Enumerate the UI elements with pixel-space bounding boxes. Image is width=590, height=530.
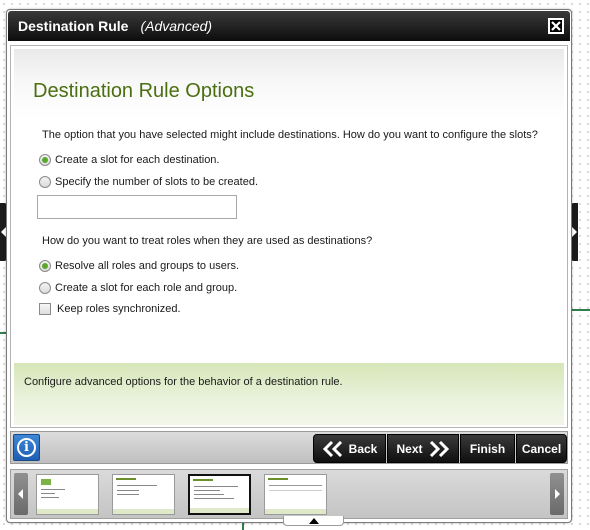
info-button[interactable]: i	[13, 434, 40, 461]
page-title: Destination Rule Options	[33, 80, 255, 102]
thumbnail-line	[117, 494, 139, 495]
help-text: Configure advanced options for the behav…	[24, 376, 343, 388]
wizard-dialog: Destination Rule (Advanced) Destination …	[6, 9, 572, 523]
page-thumbnail-2[interactable]	[112, 474, 175, 515]
page-thumbnail-strip	[10, 469, 568, 519]
thumbnail-logo	[41, 479, 51, 485]
radio-slot-each-destination[interactable]: Create a slot for each destination.	[39, 154, 219, 166]
next-button[interactable]: Next	[387, 434, 459, 463]
thumbnail-footer	[190, 508, 249, 513]
dialog-title: Destination Rule	[18, 18, 129, 34]
thumbnail-line	[41, 493, 55, 494]
thumbnail-footer	[265, 509, 326, 514]
finish-button[interactable]: Finish	[460, 434, 515, 463]
radio-button[interactable]	[39, 176, 51, 188]
checkbox-label: Keep roles synchronized.	[57, 303, 181, 315]
radio-label: Create a slot for each destination.	[55, 154, 220, 166]
thumbnail-line	[41, 497, 59, 498]
canvas-connector-right	[570, 309, 590, 311]
close-icon	[551, 21, 561, 31]
thumbnail-line	[117, 490, 139, 491]
thumbnail-scroll-left[interactable]	[14, 473, 28, 515]
thumbnail-scroll-right[interactable]	[550, 473, 564, 515]
page-thumbnail-3-current[interactable]	[188, 474, 251, 515]
next-button-label: Next	[396, 441, 423, 456]
thumbnail-line	[194, 490, 220, 491]
help-panel: Configure advanced options for the behav…	[14, 363, 564, 425]
dialog-titlebar[interactable]: Destination Rule (Advanced)	[8, 11, 570, 41]
radio-button-selected[interactable]	[39, 260, 51, 272]
thumbnail-line	[117, 485, 157, 486]
thumbnail-header	[116, 478, 136, 480]
thumbnail-grid	[269, 485, 322, 491]
finish-button-label: Finish	[469, 441, 506, 456]
back-button[interactable]: Back	[313, 434, 386, 463]
double-chevron-left-icon	[322, 440, 342, 457]
radio-button-selected[interactable]	[39, 154, 51, 166]
radio-label: Create a slot for each role and group.	[55, 282, 238, 294]
wizard-page-frame: Destination Rule Options The option that…	[10, 45, 568, 428]
thumbnail-strip-toggle[interactable]	[283, 516, 344, 526]
thumbnail-footer	[37, 509, 98, 514]
wizard-page: Destination Rule Options The option that…	[14, 49, 564, 425]
close-button[interactable]	[548, 18, 564, 34]
thumbnail-line	[194, 486, 238, 487]
radio-label: Specify the number of slots to be create…	[55, 176, 259, 188]
chevron-right-icon	[555, 489, 560, 499]
radio-specify-slot-count[interactable]: Specify the number of slots to be create…	[39, 176, 258, 188]
thumbnail-line	[194, 494, 224, 495]
back-button-label: Back	[348, 441, 378, 456]
thumbnail-footer	[113, 509, 174, 514]
radio-label: Resolve all roles and groups to users.	[55, 260, 240, 272]
slot-count-input[interactable]	[37, 195, 237, 219]
radio-slot-each-role[interactable]: Create a slot for each role and group.	[39, 282, 237, 294]
cancel-button-label: Cancel	[521, 441, 562, 456]
thumbnail-line	[194, 498, 234, 499]
thumbnail-header	[268, 478, 288, 480]
radio-resolve-roles[interactable]: Resolve all roles and groups to users.	[39, 260, 239, 272]
checkbox[interactable]	[39, 303, 51, 315]
page-thumbnail-4[interactable]	[264, 474, 327, 515]
thumbnail-header	[193, 479, 213, 481]
checkbox-keep-roles-synced[interactable]: Keep roles synchronized.	[39, 303, 181, 315]
cancel-button[interactable]: Cancel	[516, 434, 567, 463]
slots-question: The option that you have selected might …	[42, 129, 538, 141]
page-thumbnail-1[interactable]	[36, 474, 99, 515]
radio-button[interactable]	[39, 282, 51, 294]
chevron-left-icon	[18, 489, 23, 499]
dialog-subtitle: (Advanced)	[140, 18, 213, 34]
roles-question: How do you want to treat roles when they…	[42, 235, 373, 247]
thumbnail-line	[41, 489, 65, 490]
caret-up-icon	[308, 517, 319, 524]
info-icon: i	[17, 438, 36, 457]
double-chevron-right-icon	[429, 440, 449, 457]
wizard-toolbar: i Back Next Finish Cancel	[10, 431, 568, 464]
